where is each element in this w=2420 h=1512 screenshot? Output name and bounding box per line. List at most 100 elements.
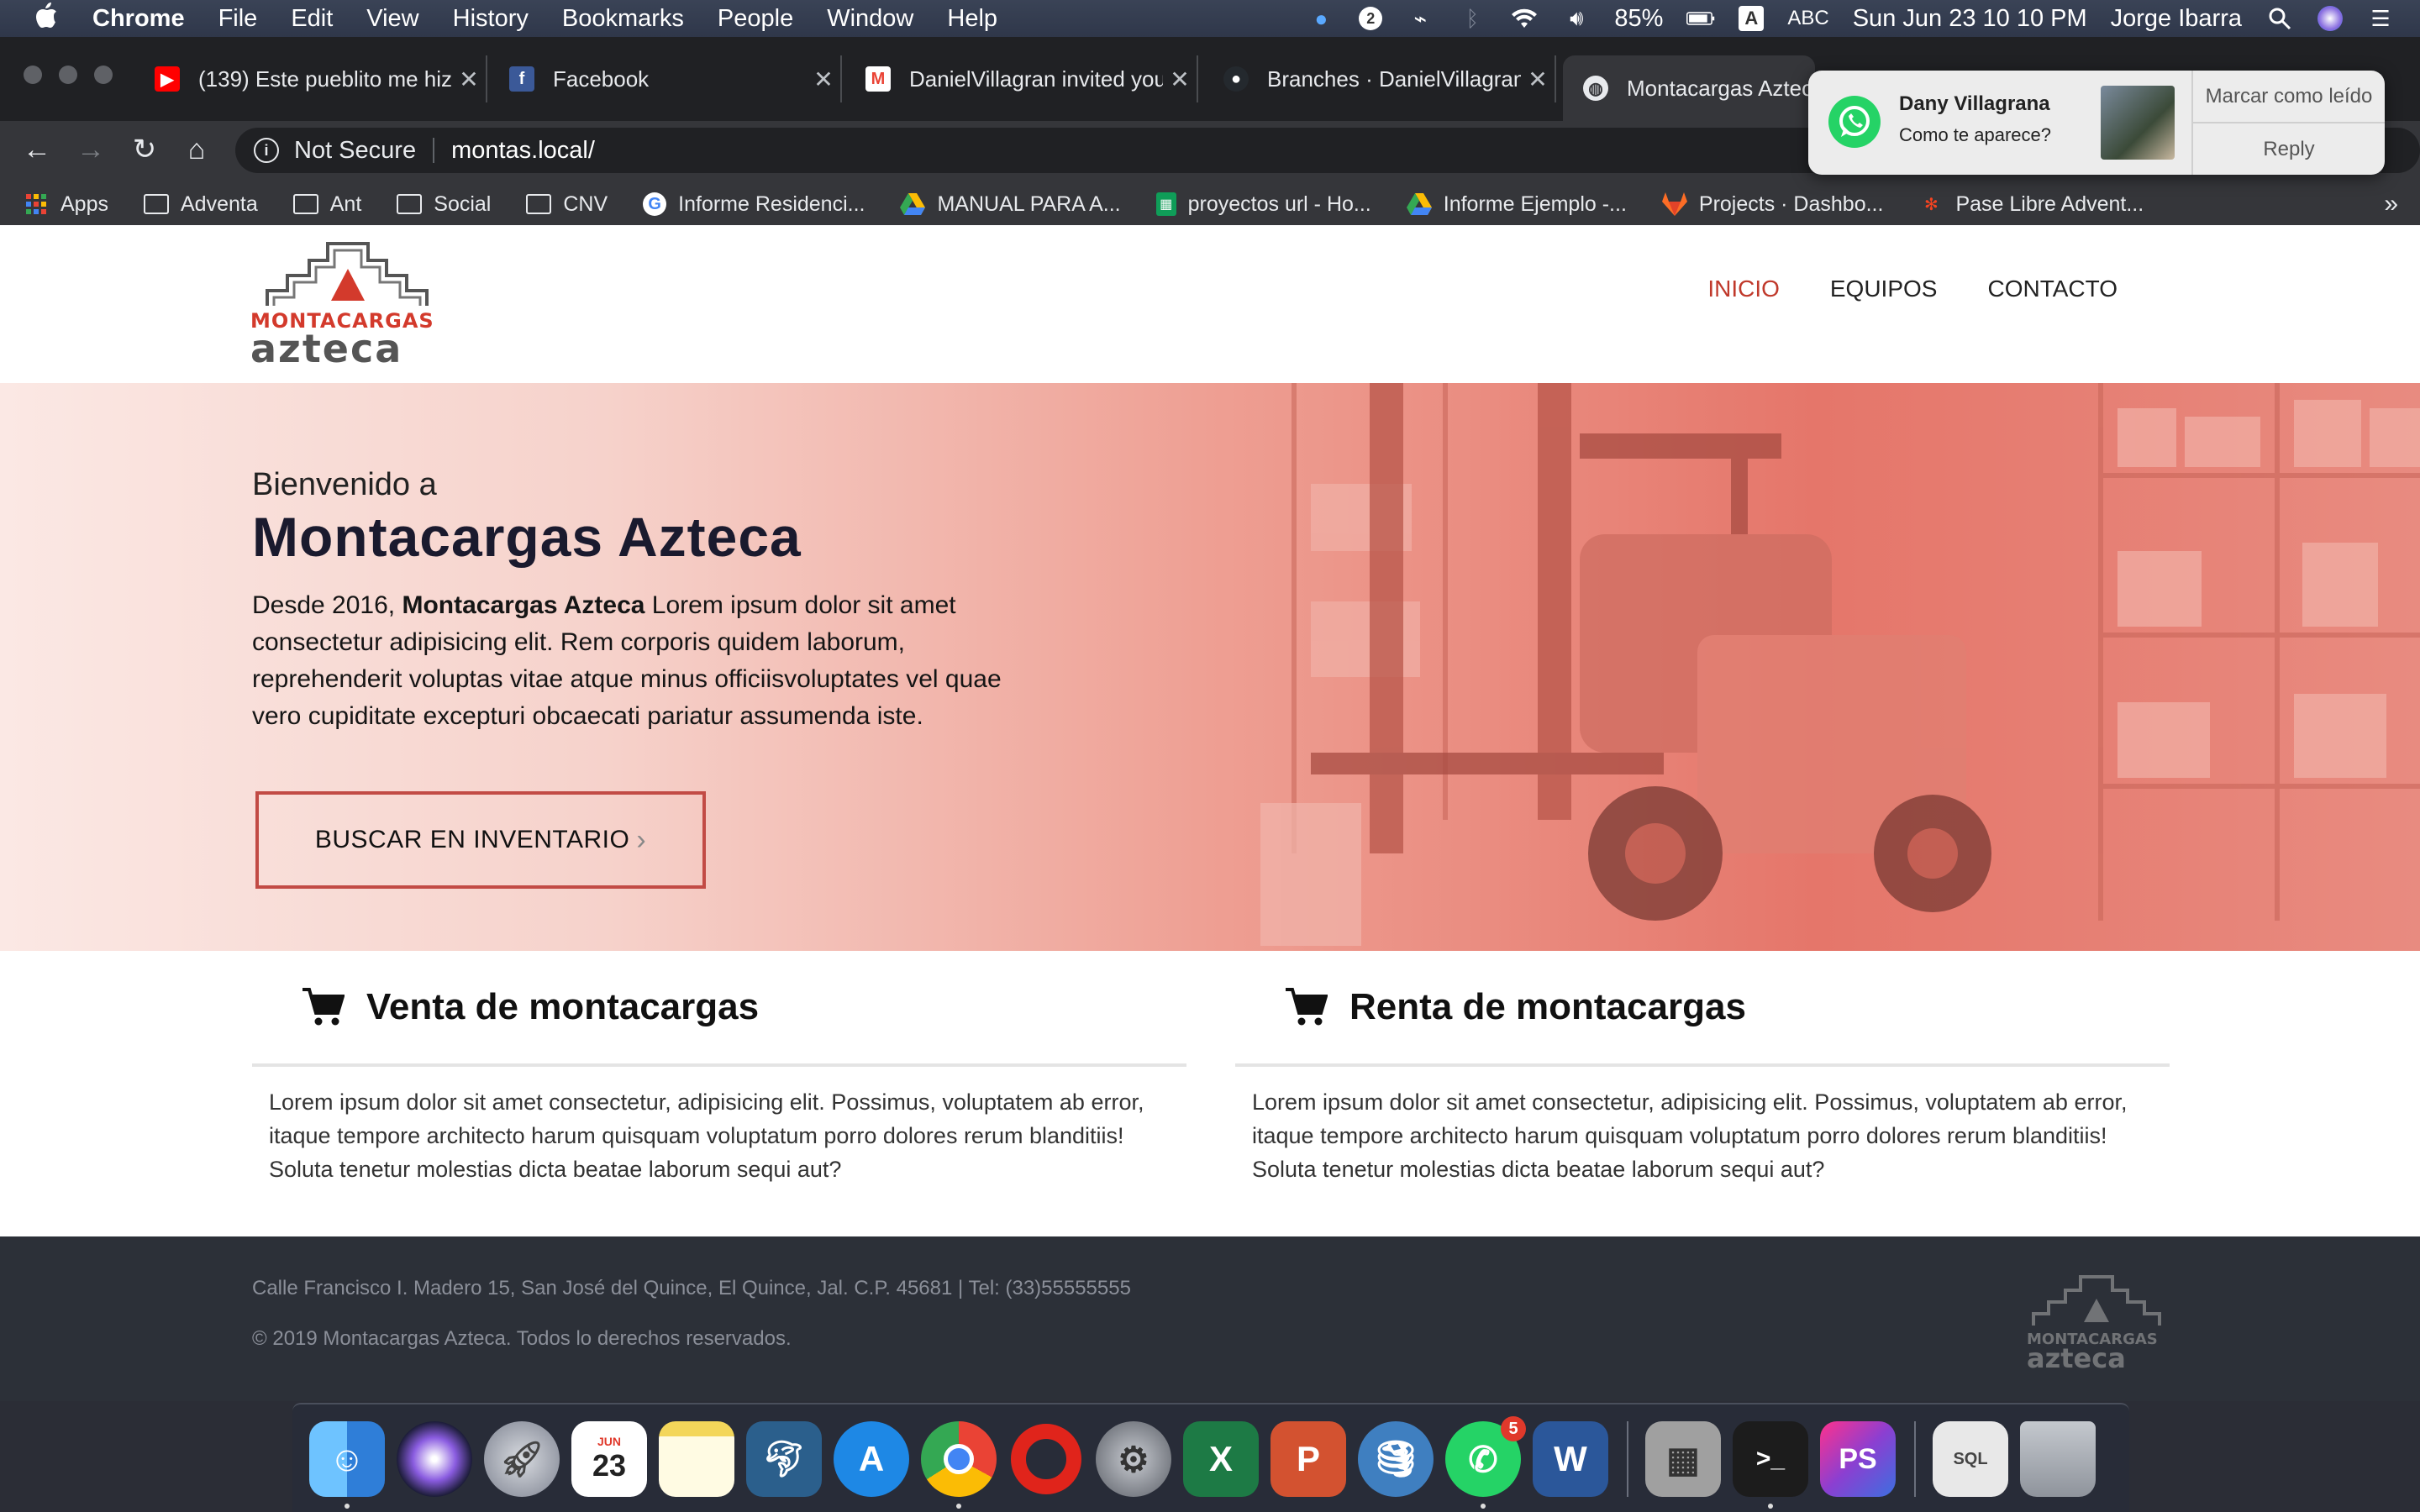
- opera-icon[interactable]: [1008, 1421, 1084, 1497]
- close-icon[interactable]: ✕: [452, 66, 486, 93]
- bookmark-folder-social[interactable]: Social: [397, 192, 491, 217]
- page-viewport: MONTACARGAS azteca INICIO EQUIPOS CONTAC…: [0, 225, 2420, 1401]
- app-store-icon[interactable]: A: [834, 1421, 909, 1497]
- macos-menu-bar: Chrome File Edit View History Bookmarks …: [0, 0, 2420, 37]
- folder-icon: [397, 193, 423, 215]
- bookmark-manual[interactable]: MANUAL PARA A...: [900, 192, 1121, 217]
- spotlight-search-icon[interactable]: [2265, 6, 2294, 31]
- nav-inicio[interactable]: INICIO: [1707, 276, 1780, 302]
- zoom-window-button[interactable]: [94, 66, 113, 84]
- close-window-button[interactable]: [24, 66, 42, 84]
- dock-divider: [1914, 1421, 1916, 1497]
- info-icon[interactable]: i: [254, 138, 279, 163]
- warehouse-forklift-illustration: [1260, 383, 2420, 946]
- bookmark-pase-libre[interactable]: ✻ Pase Libre Advent...: [1918, 192, 2144, 217]
- menu-view[interactable]: View: [366, 5, 418, 33]
- menu-edit[interactable]: Edit: [291, 5, 333, 33]
- mysql-workbench-icon[interactable]: 🐬︎: [746, 1421, 822, 1497]
- system-preferences-icon[interactable]: ⚙: [1096, 1421, 1171, 1497]
- apps-grid-icon: [24, 193, 49, 215]
- wifi-icon[interactable]: [1510, 6, 1539, 31]
- service-description: Lorem ipsum dolor sit amet consectetur, …: [269, 1089, 1144, 1182]
- notification-sender: Dany Villagrana: [1899, 92, 2050, 115]
- notification-message: Como te aparece?: [1899, 124, 2051, 145]
- tab-youtube[interactable]: ▶ (139) Este pueblito me hiz ✕: [134, 55, 487, 102]
- bookmark-folder-adventa[interactable]: Adventa: [143, 192, 258, 217]
- launchpad-icon[interactable]: 🚀︎: [484, 1421, 560, 1497]
- home-icon[interactable]: ⌂: [178, 131, 215, 168]
- search-inventory-button[interactable]: BUSCAR EN INVENTARIO ›: [255, 791, 706, 889]
- menu-people[interactable]: People: [718, 5, 793, 33]
- bookmark-proyectos-url[interactable]: ▦ proyectos url - Ho...: [1155, 192, 1371, 217]
- menu-help[interactable]: Help: [947, 5, 997, 33]
- menu-window[interactable]: Window: [827, 5, 913, 33]
- bookmarks-bar: Apps Adventa Ant Social CNV G Informe Re…: [0, 178, 2420, 232]
- elephant-app-icon[interactable]: ●: [1307, 6, 1335, 31]
- reply-button[interactable]: Reply: [2193, 122, 2385, 175]
- mark-as-read-button[interactable]: Marcar como leído: [2193, 71, 2385, 122]
- bluetooth-icon[interactable]: ᛒ: [1458, 6, 1486, 31]
- trash-icon[interactable]: [2020, 1421, 2096, 1497]
- bookmark-informe-residencia[interactable]: G Informe Residenci...: [643, 192, 865, 217]
- bookmark-folder-cnv[interactable]: CNV: [526, 192, 608, 217]
- word-icon[interactable]: W: [1533, 1421, 1608, 1497]
- nav-contacto[interactable]: CONTACTO: [1987, 276, 2118, 302]
- notes-icon[interactable]: [659, 1421, 734, 1497]
- bookmark-label: Ant: [329, 192, 362, 216]
- calendar-icon[interactable]: JUN 23: [571, 1421, 647, 1497]
- notification-count-icon[interactable]: 2: [1359, 7, 1383, 30]
- phpstorm-icon[interactable]: PS: [1820, 1421, 1896, 1497]
- tab-github[interactable]: ● Branches · DanielVillagran ✕: [1203, 55, 1556, 102]
- volume-icon[interactable]: 🔊︎: [1562, 5, 1591, 31]
- logo-pyramid-icon: [266, 242, 429, 306]
- close-icon[interactable]: ✕: [1163, 66, 1197, 93]
- battery-icon[interactable]: [1686, 6, 1715, 31]
- bookmark-gitlab-projects[interactable]: Projects · Dashbo...: [1661, 192, 1883, 217]
- whatsapp-icon[interactable]: ✆ 5: [1445, 1416, 1526, 1497]
- sql-file-icon[interactable]: SQL: [1933, 1421, 2008, 1497]
- user-name[interactable]: Jorge Ibarra: [2111, 5, 2242, 33]
- tab-facebook[interactable]: f Facebook ✕: [489, 55, 842, 102]
- terminal-icon[interactable]: >_: [1733, 1421, 1808, 1497]
- back-icon[interactable]: ←: [18, 131, 55, 168]
- menu-app-name[interactable]: Chrome: [92, 5, 185, 33]
- siri-icon[interactable]: [2317, 6, 2343, 31]
- menu-history[interactable]: History: [453, 5, 529, 33]
- tab-title: Facebook: [553, 66, 650, 92]
- menu-file[interactable]: File: [218, 5, 258, 33]
- whatsapp-notification[interactable]: Dany Villagrana Como te aparece? Marcar …: [1808, 71, 2385, 175]
- calendar-day: 23: [592, 1448, 627, 1483]
- finder-icon[interactable]: ☺: [309, 1421, 385, 1497]
- battery-percent: 85%: [1614, 4, 1664, 32]
- bookmark-apps[interactable]: Apps: [24, 192, 108, 217]
- calculator-icon[interactable]: ▦: [1645, 1421, 1721, 1497]
- sequel-pro-icon[interactable]: 🥞︎: [1358, 1421, 1434, 1497]
- site-logo[interactable]: MONTACARGAS azteca: [250, 232, 444, 371]
- running-indicator: [345, 1504, 350, 1509]
- menu-bookmarks[interactable]: Bookmarks: [562, 5, 684, 33]
- bookmark-informe-ejemplo[interactable]: Informe Ejemplo -...: [1406, 192, 1627, 217]
- whatsapp-icon: [1828, 96, 1881, 148]
- chrome-icon[interactable]: [921, 1421, 997, 1497]
- clock[interactable]: Sun Jun 23 10 10 PM: [1853, 5, 2087, 33]
- bookmarks-overflow-icon[interactable]: »: [2384, 190, 2398, 218]
- tab-gmail[interactable]: M DanielVillagran invited you ✕: [845, 55, 1198, 102]
- input-source-icon[interactable]: A: [1739, 6, 1765, 31]
- tab-montacargas[interactable]: ◍ Montacargas Azteca: [1563, 55, 1815, 121]
- minimize-window-button[interactable]: [59, 66, 77, 84]
- bookmark-folder-ant[interactable]: Ant: [292, 192, 362, 217]
- powerpoint-icon[interactable]: P: [1270, 1421, 1346, 1497]
- siri-icon[interactable]: [397, 1421, 472, 1497]
- forward-icon[interactable]: →: [72, 131, 109, 168]
- drive-icon: [900, 193, 926, 215]
- close-icon[interactable]: ✕: [1521, 66, 1555, 93]
- nav-equipos[interactable]: EQUIPOS: [1830, 276, 1938, 302]
- close-icon[interactable]: ✕: [807, 66, 840, 93]
- reload-icon[interactable]: ↻: [126, 131, 163, 168]
- notification-center-icon[interactable]: ☰: [2366, 6, 2395, 31]
- excel-icon[interactable]: X: [1183, 1421, 1259, 1497]
- url-text[interactable]: montas.local/: [451, 137, 595, 165]
- apple-menu-icon[interactable]: [34, 1, 67, 36]
- airplay-icon[interactable]: ⌁: [1406, 6, 1434, 31]
- service-title: Venta de montacargas: [366, 986, 760, 1027]
